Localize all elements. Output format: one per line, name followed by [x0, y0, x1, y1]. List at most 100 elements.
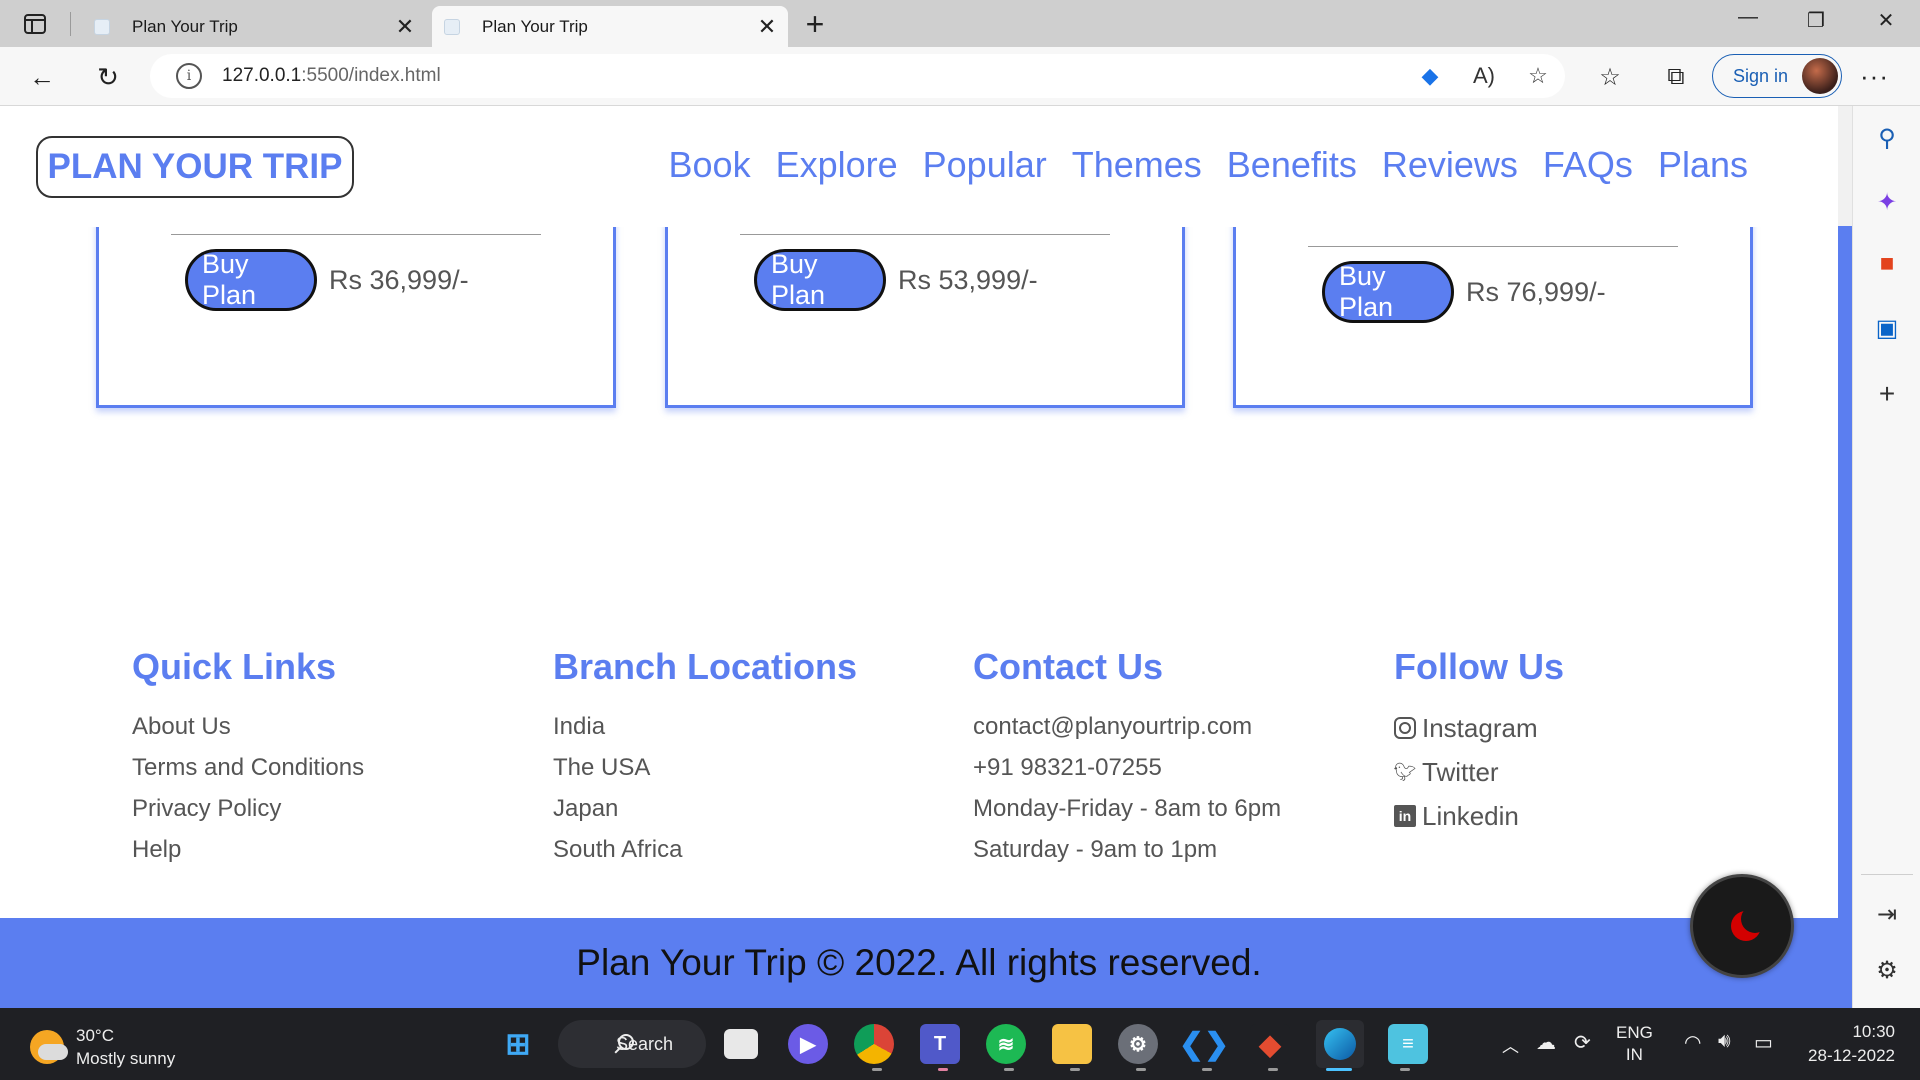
nav-themes[interactable]: Themes: [1072, 144, 1202, 186]
url-path: :5500/index.html: [301, 65, 441, 86]
outlook-icon[interactable]: ▣: [1871, 312, 1903, 344]
buy-plan-button[interactable]: Buy Plan: [185, 249, 317, 311]
volume-icon[interactable]: 🔊︎: [1718, 1030, 1731, 1053]
task-view-icon[interactable]: [724, 1029, 758, 1059]
contact-hours-saturday: Saturday - 9am to 1pm: [973, 836, 1218, 863]
divider: [171, 234, 541, 235]
notepad-icon[interactable]: ≡: [1388, 1024, 1428, 1064]
windows-start-icon[interactable]: ⊞: [498, 1024, 538, 1064]
nav-explore[interactable]: Explore: [776, 144, 898, 186]
battery-icon[interactable]: ▭: [1754, 1030, 1773, 1055]
url-field[interactable]: i 127.0.0.1:5500/index.html ◆ A) ☆: [150, 54, 1565, 98]
contact-hours-weekday: Monday-Friday - 8am to 6pm: [973, 795, 1282, 822]
read-aloud-icon[interactable]: A): [1457, 63, 1511, 89]
restore-icon[interactable]: ❐: [1796, 8, 1836, 33]
branch-link[interactable]: India: [553, 706, 857, 747]
running-indicator: [1268, 1068, 1278, 1071]
social-link-linkedin[interactable]: in Linkedin: [1394, 794, 1564, 838]
teams-icon[interactable]: T: [920, 1024, 960, 1064]
add-favorite-icon[interactable]: ☆: [1511, 63, 1565, 89]
browser-tab-active[interactable]: Plan Your Trip ✕: [432, 6, 788, 47]
branch-link[interactable]: The USA: [553, 747, 857, 788]
vscode-icon[interactable]: ❮❯: [1179, 1024, 1229, 1064]
taskbar-search[interactable]: Search: [558, 1020, 706, 1068]
show-hidden-icons[interactable]: ︿: [1502, 1032, 1519, 1057]
nav-popular[interactable]: Popular: [923, 144, 1047, 186]
file-explorer-icon[interactable]: [1052, 1024, 1092, 1064]
footer-link[interactable]: Help: [132, 829, 364, 870]
footer-link[interactable]: About Us: [132, 706, 364, 747]
running-indicator: [1202, 1068, 1212, 1071]
footer-link[interactable]: Terms and Conditions: [132, 747, 364, 788]
contact-phone[interactable]: +91 98321-07255: [973, 747, 1281, 788]
nav-reviews[interactable]: Reviews: [1382, 144, 1518, 186]
collections-icon[interactable]: ⧉: [1658, 59, 1694, 95]
buy-plan-button[interactable]: Buy Plan: [754, 249, 886, 311]
weather-widget[interactable]: 30°C Mostly sunny: [30, 1024, 175, 1070]
edge-icon[interactable]: [1316, 1020, 1364, 1068]
add-sidebar-icon[interactable]: +: [1871, 378, 1903, 410]
quick-links-heading: Quick Links: [132, 646, 337, 687]
address-bar: ← ↻ i 127.0.0.1:5500/index.html ◆ A) ☆ ☆…: [0, 47, 1920, 106]
running-indicator: [1070, 1068, 1080, 1071]
page-viewport: Buy Plan Rs 36,999/- Buy Plan Rs 53,999/…: [0, 106, 1852, 1008]
follow-us-column: Follow Us Instagram 🐦︎ Twitter in Linked…: [1394, 646, 1564, 838]
nav-benefits[interactable]: Benefits: [1227, 144, 1357, 186]
buy-plan-button[interactable]: Buy Plan: [1322, 261, 1454, 323]
chrome-icon[interactable]: [854, 1024, 894, 1064]
git-icon[interactable]: ◆: [1250, 1024, 1290, 1064]
nav-book[interactable]: Book: [669, 144, 751, 186]
settings-app-icon[interactable]: ⚙: [1118, 1024, 1158, 1064]
site-header: PLAN YOUR TRIP Book Explore Popular Them…: [0, 106, 1838, 227]
site-info-icon[interactable]: i: [176, 63, 202, 89]
refresh-icon[interactable]: ↻: [90, 59, 126, 95]
close-tab-icon[interactable]: ✕: [392, 14, 418, 40]
nav-plans[interactable]: Plans: [1658, 144, 1748, 186]
language-code: ENG: [1616, 1023, 1653, 1042]
branch-link[interactable]: Japan: [553, 788, 857, 829]
search-icon[interactable]: ⚲: [1871, 122, 1903, 154]
site-logo[interactable]: PLAN YOUR TRIP: [36, 136, 354, 198]
spotify-icon[interactable]: ≋: [986, 1024, 1026, 1064]
avatar: [1802, 58, 1838, 94]
browser-tab[interactable]: Plan Your Trip ✕: [82, 6, 426, 47]
contact-email[interactable]: contact@planyourtrip.com: [973, 706, 1281, 747]
tab-title: Plan Your Trip: [132, 16, 238, 36]
running-indicator: [1136, 1068, 1146, 1071]
favorites-icon[interactable]: ☆: [1592, 59, 1628, 95]
language-indicator[interactable]: ENG IN: [1616, 1022, 1653, 1066]
hide-sidebar-icon[interactable]: ⇥: [1871, 898, 1903, 930]
close-window-icon[interactable]: ✕: [1866, 8, 1906, 33]
coupon-tag-icon[interactable]: ◆: [1403, 63, 1457, 89]
settings-icon[interactable]: ⚙: [1871, 954, 1903, 986]
instagram-icon: [1394, 717, 1416, 739]
scrollbar-thumb[interactable]: [1838, 226, 1852, 1008]
close-tab-icon[interactable]: ✕: [754, 14, 780, 40]
office-icon[interactable]: ■: [1871, 248, 1903, 280]
moon-icon: [1731, 905, 1769, 941]
new-tab-icon[interactable]: +: [800, 6, 830, 42]
nav-faqs[interactable]: FAQs: [1543, 144, 1633, 186]
footer-link[interactable]: Privacy Policy: [132, 788, 364, 829]
url-text: 127.0.0.1:5500/index.html: [222, 65, 441, 87]
minimize-icon[interactable]: —: [1728, 6, 1768, 29]
branch-locations-column: Branch Locations India The USA Japan Sou…: [553, 646, 857, 870]
back-icon[interactable]: ←: [24, 59, 60, 95]
onedrive-icon[interactable]: ☁: [1536, 1030, 1556, 1055]
social-link-instagram[interactable]: Instagram: [1394, 706, 1564, 750]
system-clock[interactable]: 10:30 28-12-2022: [1795, 1020, 1895, 1068]
clock-date: 28-12-2022: [1808, 1046, 1895, 1065]
sign-in-button[interactable]: Sign in: [1712, 54, 1842, 98]
dark-mode-toggle[interactable]: [1690, 874, 1794, 978]
more-options-icon[interactable]: ···: [1860, 61, 1889, 92]
browser-tab-bar: Plan Your Trip ✕ Plan Your Trip ✕ + — ❐ …: [0, 0, 1920, 47]
sync-icon[interactable]: ⟳: [1574, 1030, 1591, 1055]
branch-link[interactable]: South Africa: [553, 829, 857, 870]
discover-icon[interactable]: ✦: [1871, 186, 1903, 218]
wifi-icon[interactable]: ◠: [1684, 1030, 1701, 1055]
social-link-twitter[interactable]: 🐦︎ Twitter: [1394, 750, 1564, 794]
social-label: Instagram: [1422, 713, 1538, 743]
chat-icon[interactable]: ▶: [788, 1024, 828, 1064]
tab-actions-icon[interactable]: [18, 10, 52, 38]
plan-price: Rs 53,999/-: [898, 264, 1038, 295]
